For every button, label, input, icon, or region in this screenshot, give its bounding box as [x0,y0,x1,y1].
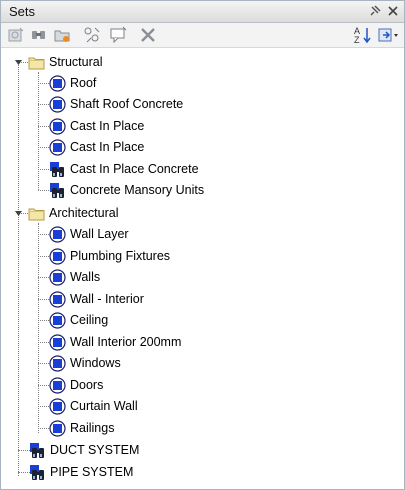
sort-az-icon[interactable]: AZ [352,25,374,45]
tree-guide-line [38,234,49,235]
tree-node-label: Wall Layer [70,227,129,241]
duplicate-icon[interactable] [81,25,103,45]
tree-node-label: DUCT SYSTEM [50,443,140,457]
tree-item[interactable]: Wall Interior 200mm [49,332,181,352]
selection-set-icon [49,419,66,437]
selection-set-icon [49,376,66,394]
tree-guide-line [38,190,49,191]
tree-item[interactable]: Walls [49,267,100,287]
tree-node-label: Shaft Roof Concrete [70,97,184,111]
tree-item-duct-system[interactable]: DUCT SYSTEM [29,440,139,460]
tree-item[interactable]: Cast In Place Concrete [49,159,199,179]
svg-text:Z: Z [354,35,360,45]
tree-node-label: Doors [70,378,104,392]
tree-node-label: Curtain Wall [70,399,138,413]
delete-icon[interactable] [137,25,159,45]
search-set-icon [50,182,64,198]
tree-item[interactable]: Shaft Roof Concrete [49,94,183,114]
tree-item[interactable]: Windows [49,353,121,373]
tree-node-label: Architectural [49,206,119,220]
selection-set-icon [49,225,66,243]
tree-item[interactable]: Wall - Interior [49,289,144,309]
pin-icon[interactable] [367,3,383,19]
tree-guide-line [38,104,49,105]
tree-node-label: Railings [70,421,115,435]
close-icon[interactable] [385,3,401,19]
tree-item[interactable]: Concrete Mansory Units [49,180,204,200]
tree-guide-line [38,406,49,407]
selection-set-icon [49,397,66,415]
tree-item[interactable]: Doors [49,375,103,395]
selection-set-icon [49,333,66,351]
tree-guide-line [38,277,49,278]
tree-guide-line [38,72,39,190]
tree-item[interactable]: Ceiling [49,310,108,330]
tree-item[interactable]: Plumbing Fixtures [49,246,170,266]
save-selection-icon[interactable] [5,25,27,45]
tree-node-label: Windows [70,356,121,370]
selection-set-icon [49,247,66,265]
tree-guide-line [38,256,49,257]
tree-guide-line [38,342,49,343]
collapse-toggle[interactable] [14,58,23,67]
tree-item-pipe-system[interactable]: PIPE SYSTEM [29,462,133,482]
panel-titlebar: Sets [1,1,404,23]
add-comment-icon[interactable] [107,25,129,45]
sets-panel: Sets AZ Structural Roof Shaft Roof Concr… [0,0,405,490]
import-export-icon[interactable] [376,25,402,45]
sets-toolbar: AZ [1,23,404,48]
tree-guide-line [38,126,49,127]
tree-guide-line [38,363,49,364]
selection-set-icon [49,268,66,286]
tree-node-label: Plumbing Fixtures [70,249,171,263]
tree-node-label: Ceiling [70,313,109,327]
selection-set-icon [49,354,66,372]
tree-item[interactable]: Curtain Wall [49,396,138,416]
tree-item[interactable]: Wall Layer [49,224,129,244]
tree-node-label: Cast In Place [70,140,145,154]
selection-set-icon [49,74,66,92]
tree-folder-architectural[interactable]: Architectural [28,203,118,223]
tree-item[interactable]: Railings [49,418,114,438]
tree-item[interactable]: Roof [49,73,96,93]
tree-item[interactable]: Cast In Place [49,116,144,136]
tree-node-label: Cast In Place [70,119,145,133]
collapse-toggle[interactable] [14,209,23,218]
folder-icon [28,57,45,69]
folder-icon [28,208,45,220]
tree-node-label: Roof [70,76,97,90]
search-set-icon [50,161,64,177]
selection-set-icon [49,311,66,329]
tree-guide-line [38,169,49,170]
tree-guide-line [38,223,39,433]
tree-node-label: Concrete Mansory Units [70,183,205,197]
tree-guide-line [38,428,49,429]
search-set-icon [30,442,44,458]
search-set-icon [30,464,44,480]
tree-guide-line [38,83,49,84]
tree-node-label: Wall - Interior [70,292,144,306]
selection-set-icon [49,95,66,113]
selection-set-icon [49,138,66,156]
tree-node-label: Walls [70,270,101,284]
tree-item[interactable]: Cast In Place [49,137,144,157]
tree-guide-line [38,299,49,300]
tree-node-label: Wall Interior 200mm [70,335,182,349]
selection-set-icon [49,290,66,308]
sets-tree: Structural Roof Shaft Roof Concrete Cast… [1,48,404,490]
tree-folder-structural[interactable]: Structural [28,52,103,72]
tree-guide-line [38,385,49,386]
panel-title: Sets [9,4,36,19]
tree-node-label: Structural [49,55,103,69]
new-folder-icon[interactable] [51,25,73,45]
selection-set-icon [49,117,66,135]
tree-node-label: Cast In Place Concrete [70,162,199,176]
tree-guide-line [38,147,49,148]
tree-guide-line [38,320,49,321]
tree-guide-line [18,62,19,476]
tree-node-label: PIPE SYSTEM [50,465,134,479]
save-search-icon[interactable] [28,25,50,45]
